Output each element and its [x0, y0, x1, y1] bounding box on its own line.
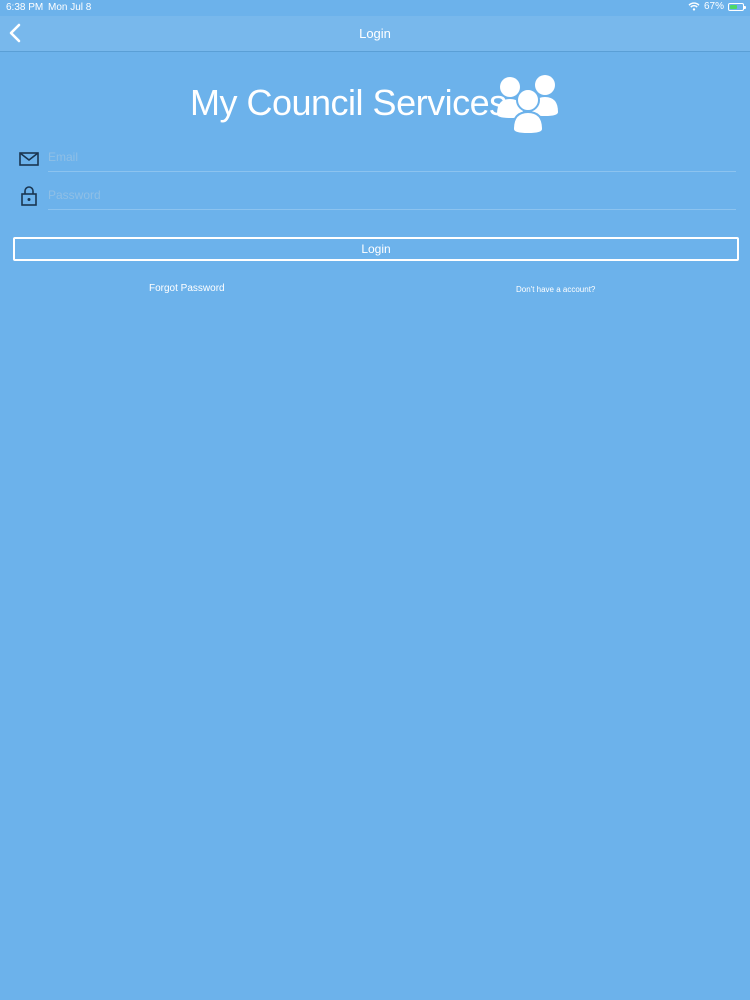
email-input[interactable]	[48, 143, 736, 172]
wifi-icon	[688, 2, 700, 11]
app-title: My Council Services	[190, 82, 507, 123]
password-field-row	[16, 181, 738, 211]
forgot-password-link[interactable]: Forgot Password	[149, 283, 225, 294]
password-input[interactable]	[48, 181, 736, 210]
no-account-link[interactable]: Don't have a account?	[516, 285, 595, 294]
battery-percentage: 67%	[703, 1, 724, 12]
people-group-icon	[497, 75, 558, 134]
battery-charging-icon	[728, 2, 746, 11]
battery-level-fill	[730, 4, 738, 9]
brand-header: My Council Services	[0, 72, 750, 134]
envelope-icon	[19, 152, 39, 166]
email-field-row	[16, 143, 738, 173]
login-button[interactable]: Login	[13, 237, 739, 261]
navigation-bar: Login	[0, 16, 750, 52]
status-indicators: 67%	[688, 1, 746, 12]
status-bar: 6:38 PM Mon Jul 8 67%	[0, 0, 750, 16]
status-date: Mon Jul 8	[48, 2, 92, 13]
status-time: 6:38 PM	[6, 2, 44, 13]
lock-icon	[21, 186, 37, 206]
page-title: Login	[359, 26, 391, 41]
